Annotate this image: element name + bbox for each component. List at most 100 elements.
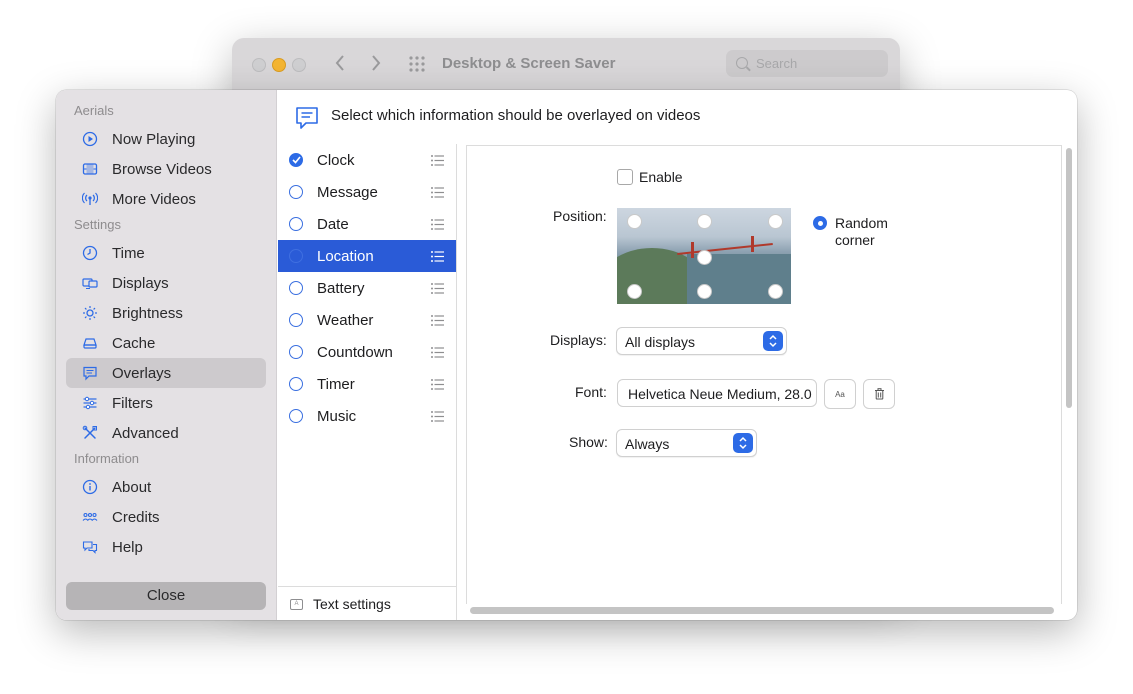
displays-label: Displays: [550, 332, 607, 348]
list-icon[interactable] [431, 250, 444, 262]
position-top-center[interactable] [697, 214, 712, 229]
radio-icon[interactable] [289, 249, 303, 263]
overlay-item-label: Timer [317, 375, 355, 393]
overlay-item-label: Location [317, 247, 374, 265]
list-icon[interactable] [431, 378, 444, 390]
sidebar-item-label: Browse Videos [112, 160, 212, 178]
settings-panel: Enable Position: Random corner Displays:… [466, 145, 1062, 604]
position-bottom-right[interactable] [768, 284, 783, 299]
sidebar-item-overlays[interactable]: Overlays [66, 358, 266, 388]
radio-icon[interactable] [289, 345, 303, 359]
overlay-item-label: Battery [317, 279, 365, 297]
back-arrow-icon[interactable] [334, 54, 346, 72]
zoom-traffic-light[interactable] [292, 58, 306, 72]
position-bottom-center[interactable] [697, 284, 712, 299]
radio-icon[interactable] [289, 409, 303, 423]
list-icon[interactable] [431, 410, 444, 422]
radio-icon[interactable] [289, 281, 303, 295]
sidebar-item-time[interactable]: Time [66, 238, 266, 268]
close-button[interactable]: Close [66, 582, 266, 610]
sidebar-item-label: Time [112, 244, 145, 262]
font-field[interactable]: Helvetica Neue Medium, 28.0 [617, 379, 817, 407]
text-settings-button[interactable]: A Text settings [278, 586, 456, 620]
play-circle-icon [82, 131, 98, 147]
sidebar-item-filters[interactable]: Filters [66, 388, 266, 418]
displays-popup[interactable]: All displays [616, 327, 787, 355]
show-popup[interactable]: Always [616, 429, 757, 457]
close-traffic-light[interactable] [252, 58, 266, 72]
font-picker-button[interactable]: Aa [824, 379, 856, 409]
vertical-scrollbar[interactable] [1063, 146, 1075, 604]
antenna-icon [82, 191, 98, 207]
sidebar-item-credits[interactable]: Credits [66, 502, 266, 532]
list-icon[interactable] [431, 186, 444, 198]
sidebar-item-help[interactable]: Help [66, 532, 266, 562]
search-input[interactable]: Search [726, 50, 888, 77]
random-corner-radio[interactable] [813, 216, 827, 230]
position-top-right[interactable] [768, 214, 783, 229]
overlay-item-countdown[interactable]: Countdown [278, 336, 456, 368]
overlay-item-label: Countdown [317, 343, 393, 361]
sidebar-item-cache[interactable]: Cache [66, 328, 266, 358]
chevron-updown-icon [733, 433, 753, 453]
search-icon [736, 57, 748, 69]
radio-icon[interactable] [289, 185, 303, 199]
trash-icon [874, 388, 884, 400]
delete-font-button[interactable] [863, 379, 895, 409]
list-icon[interactable] [431, 154, 444, 166]
sidebar-item-advanced[interactable]: Advanced [66, 418, 266, 448]
scroll-thumb[interactable] [1066, 148, 1072, 408]
overlay-item-label: Date [317, 215, 349, 233]
enable-checkbox[interactable] [617, 169, 633, 185]
overlay-item-timer[interactable]: Timer [278, 368, 456, 400]
header: Select which information should be overl… [276, 90, 1077, 144]
sidebar-item-label: Displays [112, 274, 169, 292]
sidebar-item-label: About [112, 478, 152, 496]
horizontal-scrollbar[interactable] [466, 603, 1062, 617]
scroll-thumb[interactable] [470, 607, 1054, 614]
sidebar-item-brightness[interactable]: Brightness [66, 298, 266, 328]
forward-arrow-icon[interactable] [370, 54, 382, 72]
position-center[interactable] [697, 250, 712, 265]
help-bubble-icon [82, 539, 98, 555]
sidebar-item-label: More Videos [112, 190, 196, 208]
chevron-updown-icon [763, 331, 783, 351]
sidebar-item-displays[interactable]: Displays [66, 268, 266, 298]
show-value: Always [625, 436, 670, 452]
list-icon[interactable] [431, 282, 444, 294]
sidebar-item-label: Now Playing [112, 130, 196, 148]
overlay-item-label: Weather [317, 311, 374, 329]
radio-icon[interactable] [289, 217, 303, 231]
sidebar-item-now-playing[interactable]: Now Playing [66, 124, 266, 154]
minimize-traffic-light[interactable] [272, 58, 286, 72]
list-icon[interactable] [431, 346, 444, 358]
overlay-item-battery[interactable]: Battery [278, 272, 456, 304]
overlay-item-message[interactable]: Message [278, 176, 456, 208]
speech-bubble-icon [82, 365, 98, 381]
section-title-information: Information [74, 451, 140, 466]
radio-icon[interactable] [289, 377, 303, 391]
grid-icon[interactable] [408, 55, 426, 73]
sliders-icon [82, 395, 98, 411]
sun-icon [82, 305, 98, 321]
overlay-item-location[interactable]: Location [278, 240, 456, 272]
drive-icon [82, 335, 98, 351]
overlay-item-label: Message [317, 183, 378, 201]
check-radio-icon[interactable] [289, 153, 303, 167]
sidebar-item-more-videos[interactable]: More Videos [66, 184, 266, 214]
radio-icon[interactable] [289, 313, 303, 327]
overlay-item-date[interactable]: Date [278, 208, 456, 240]
random-corner-label-line2: corner [835, 232, 875, 248]
overlay-item-clock[interactable]: Clock [278, 144, 456, 176]
sidebar-item-about[interactable]: About [66, 472, 266, 502]
position-top-left[interactable] [627, 214, 642, 229]
overlay-item-weather[interactable]: Weather [278, 304, 456, 336]
sidebar-item-browse-videos[interactable]: Browse Videos [66, 154, 266, 184]
list-icon[interactable] [431, 218, 444, 230]
enable-label: Enable [639, 169, 683, 185]
overlay-item-music[interactable]: Music [278, 400, 456, 432]
position-bottom-left[interactable] [627, 284, 642, 299]
font-label: Font: [575, 384, 607, 400]
list-icon[interactable] [431, 314, 444, 326]
random-corner-label-line1: Random [835, 215, 888, 231]
